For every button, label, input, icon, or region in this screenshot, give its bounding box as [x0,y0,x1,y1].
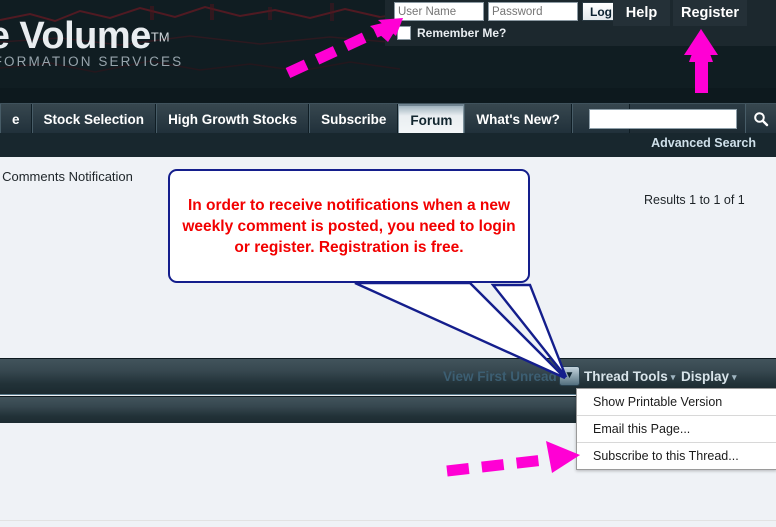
advanced-search-strip: Advanced Search [0,133,776,157]
search-icon [754,112,769,127]
menu-item-email-this-page[interactable]: Email this Page... [577,416,776,443]
nav-tab-list: e Stock Selection High Growth Stocks Sub… [0,104,630,134]
remember-me-label: Remember Me? [417,26,507,40]
search-input[interactable] [589,109,737,129]
password-input[interactable] [488,2,578,21]
main-navigation: e Stock Selection High Growth Stocks Sub… [0,103,776,134]
remember-me-row[interactable]: Remember Me? [397,26,506,40]
annotation-callout-text: In order to receive notifications when a… [182,196,516,256]
nav-tab-stock-selection[interactable]: Stock Selection [31,104,157,134]
bottom-divider [0,520,776,521]
thread-tools-label: Thread Tools [584,369,668,384]
page-root: ive VolumeTM T INFORMATION SERVICES Log … [0,0,776,527]
chevron-down-icon: ▾ [670,372,676,382]
search-button[interactable] [745,104,776,134]
menu-item-subscribe-to-this-thread[interactable]: Subscribe to this Thread... [577,443,776,469]
nav-search-zone [581,104,776,134]
logo-main-text: ive Volume [0,15,151,57]
nav-tab-forum[interactable]: Forum [398,104,465,134]
nav-tab-subscribe[interactable]: Subscribe [309,104,399,134]
logo-subtitle: T INFORMATION SERVICES [0,54,184,69]
advanced-search-link[interactable]: Advanced Search [651,136,756,150]
results-count: Results 1 to 1 of 1 [644,193,745,207]
thread-tools-menu-button[interactable]: Thread Tools ▾ [584,369,675,384]
menu-item-show-printable-version[interactable]: Show Printable Version [577,389,776,416]
nav-tab-whats-new[interactable]: What's New? [464,104,572,134]
display-label: Display [681,369,730,384]
view-first-unread-link[interactable]: View First Unread [443,369,557,384]
thread-tools-dropdown: Show Printable Version Email this Page..… [576,388,776,470]
login-form: Log in [394,2,634,21]
nav-tab-home[interactable]: e [0,104,32,134]
remember-me-checkbox[interactable] [397,26,411,40]
register-button[interactable]: Register [673,0,747,26]
username-input[interactable] [394,2,484,21]
chevron-down-icon-display: ▾ [732,372,737,382]
display-menu-button[interactable]: Display ▾ [681,369,737,384]
view-first-unread-icon[interactable]: ▼ [559,366,580,386]
breadcrumb[interactable]: y Comments Notification [0,169,133,184]
logo-trademark: TM [150,29,170,45]
site-banner: ive VolumeTM T INFORMATION SERVICES Log … [0,0,776,103]
annotation-callout-box: In order to receive notifications when a… [168,169,530,283]
site-logo[interactable]: ive VolumeTM T INFORMATION SERVICES [0,14,183,69]
nav-tab-high-growth-stocks[interactable]: High Growth Stocks [156,104,310,134]
help-button[interactable]: Help [613,0,670,26]
